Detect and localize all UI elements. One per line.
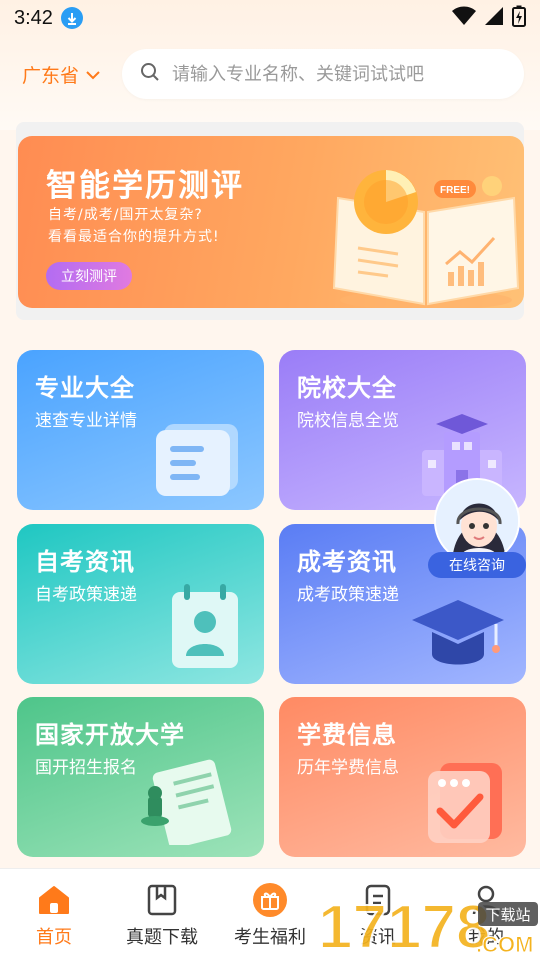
- certificate-stamp-icon: [141, 759, 232, 845]
- card-subtitle: 成考政策速递: [297, 585, 399, 605]
- card-title: 专业大全: [35, 374, 135, 402]
- consult-label: 在线咨询: [428, 552, 526, 578]
- card-subtitle: 院校信息全览: [297, 411, 399, 431]
- card-title: 学费信息: [297, 721, 397, 749]
- watermark-tag: 下载站: [485, 906, 530, 924]
- card-self-exam-news[interactable]: 自考资讯 自考政策速递: [17, 524, 264, 684]
- banner-title: 智能学历测评: [46, 168, 244, 204]
- header: 广东省: [0, 46, 540, 102]
- card-tuition[interactable]: 学费信息 历年学费信息: [279, 697, 526, 857]
- card-open-university[interactable]: 国家开放大学 国开招生报名: [17, 697, 264, 857]
- graduation-cap-icon: [412, 600, 504, 665]
- card-title: 自考资讯: [35, 548, 135, 576]
- gift-icon: [253, 883, 287, 917]
- home-icon: [37, 883, 71, 917]
- chevron-down-icon: [85, 63, 101, 85]
- card-subtitle: 国开招生报名: [35, 758, 137, 778]
- card-title: 院校大全: [297, 374, 397, 402]
- watermark-suffix: .COM: [476, 932, 533, 957]
- status-bar: 3:42: [0, 0, 540, 36]
- status-time: 3:42: [14, 6, 53, 29]
- watermark-number: 17178: [318, 893, 490, 960]
- signal-icon: [484, 6, 504, 31]
- banner-subtitle-1: 自考/成考/国开太复杂?: [48, 207, 203, 223]
- document-icon: [156, 424, 238, 496]
- card-subtitle: 历年学费信息: [297, 758, 399, 778]
- wifi-icon: [452, 6, 476, 31]
- assessment-banner[interactable]: 智能学历测评 自考/成考/国开太复杂? 看看最适合你的提升方式! 立刻测评 FR…: [18, 136, 524, 308]
- card-title: 国家开放大学: [35, 721, 185, 749]
- tab-benefits[interactable]: 考生福利: [216, 869, 324, 960]
- download-icon: [60, 7, 83, 29]
- card-majors[interactable]: 专业大全 速查专业详情: [17, 350, 264, 510]
- search-icon: [140, 62, 160, 86]
- banner-subtitle-2: 看看最适合你的提升方式!: [48, 229, 220, 245]
- card-subtitle: 自考政策速递: [35, 585, 137, 605]
- online-consult-button[interactable]: 在线咨询: [428, 478, 526, 578]
- book-icon: [145, 883, 179, 917]
- tab-exam-download[interactable]: 真题下载: [108, 869, 216, 960]
- tab-label: 真题下载: [126, 927, 198, 948]
- province-selector[interactable]: 广东省: [22, 61, 122, 88]
- battery-icon: [512, 5, 526, 32]
- card-subtitle: 速查专业详情: [35, 411, 137, 431]
- search-bar[interactable]: [122, 49, 524, 99]
- province-label: 广东省: [22, 64, 80, 87]
- tab-label: 首页: [36, 927, 72, 948]
- start-assessment-button[interactable]: 立刻测评: [46, 262, 132, 290]
- open-book-illustration: FREE!: [332, 170, 520, 308]
- tab-label: 考生福利: [234, 927, 306, 948]
- free-badge: FREE!: [440, 185, 470, 196]
- watermark-logo: 17178 下载站 .COM: [317, 892, 538, 960]
- tab-home[interactable]: 首页: [0, 869, 108, 960]
- id-card-icon: [172, 584, 238, 668]
- card-title: 成考资讯: [297, 548, 397, 576]
- search-input[interactable]: [172, 63, 506, 85]
- checklist-icon: [428, 763, 502, 843]
